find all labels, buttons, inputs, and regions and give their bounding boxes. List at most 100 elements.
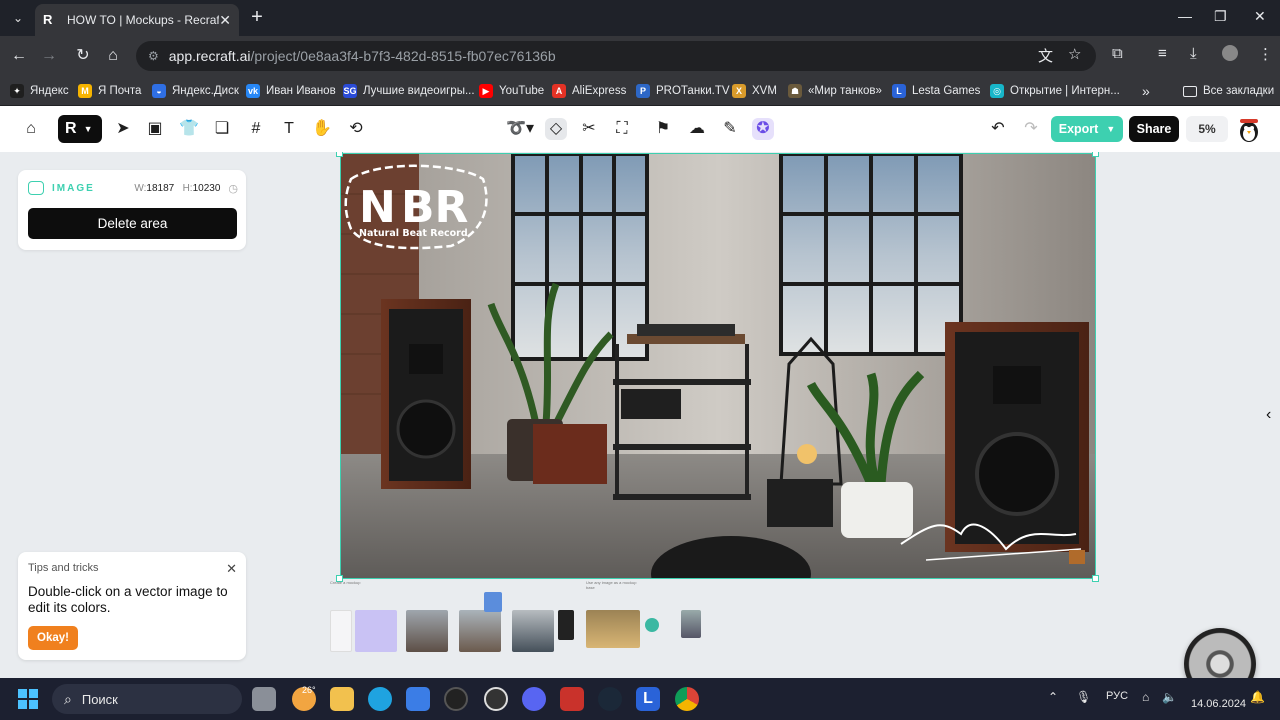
profile-avatar-icon[interactable] bbox=[1222, 45, 1238, 61]
network-icon[interactable]: ⌂ bbox=[1142, 690, 1149, 704]
history-clock-icon[interactable]: ◷ bbox=[228, 182, 238, 195]
taskbar-search[interactable]: ⌕ Поиск bbox=[52, 684, 242, 714]
mockup-shirt-icon[interactable]: 👕 bbox=[178, 118, 200, 140]
thumbnail[interactable] bbox=[558, 610, 574, 640]
store-icon[interactable] bbox=[406, 687, 430, 711]
thumbnail[interactable] bbox=[355, 610, 397, 652]
hand-pan-icon[interactable]: ✋ bbox=[311, 118, 333, 140]
microphone-icon[interactable]: 🎙 bbox=[1076, 690, 1091, 704]
language-indicator[interactable]: РУС bbox=[1106, 690, 1128, 702]
thumbnail[interactable] bbox=[330, 610, 352, 652]
downloads-icon[interactable]: ⤓ bbox=[1190, 45, 1197, 62]
bookmark-item[interactable]: ▶ YouTube bbox=[479, 82, 544, 100]
close-icon[interactable]: ✕ bbox=[226, 561, 237, 577]
recraft-menu-button[interactable]: R ▼ bbox=[58, 115, 102, 143]
tab-close-icon[interactable]: ✕ bbox=[219, 12, 231, 29]
browser-menu-icon[interactable]: ⋮ bbox=[1258, 45, 1273, 63]
reload-icon[interactable]: ↻ bbox=[72, 45, 94, 67]
remove-background-icon[interactable]: ☁ bbox=[686, 118, 708, 140]
file-explorer-icon[interactable] bbox=[330, 687, 354, 711]
thumbnail[interactable] bbox=[586, 610, 640, 648]
app-icon[interactable] bbox=[484, 687, 508, 711]
zoom-level[interactable]: 5% bbox=[1186, 116, 1228, 142]
eraser-icon[interactable]: ◇ bbox=[545, 118, 567, 140]
resize-handle[interactable] bbox=[336, 152, 343, 157]
steam-icon[interactable] bbox=[598, 687, 622, 711]
tray-overflow-icon[interactable]: ⌃ bbox=[1048, 690, 1058, 704]
height-value[interactable]: 10230 bbox=[193, 183, 221, 194]
windows-start-icon[interactable] bbox=[18, 689, 38, 709]
image-edit-icon[interactable]: ⟲ bbox=[345, 118, 367, 140]
scissors-icon[interactable]: ✂ bbox=[578, 118, 600, 140]
task-view-icon[interactable] bbox=[252, 687, 276, 711]
floating-wheel-widget[interactable] bbox=[1184, 628, 1256, 678]
lesta-icon[interactable]: L bbox=[636, 687, 660, 711]
bookmark-item[interactable]: ☗ «Мир танков» bbox=[788, 82, 882, 100]
edge-icon[interactable] bbox=[368, 687, 392, 711]
notification-bell-icon[interactable]: 🔔 bbox=[1250, 690, 1265, 704]
thumbnail[interactable] bbox=[681, 610, 701, 638]
app-icon[interactable] bbox=[444, 687, 468, 711]
bookmark-item[interactable]: ◎ Открытие | Интерн... bbox=[990, 82, 1120, 100]
export-button[interactable]: Export ▼ bbox=[1051, 116, 1123, 142]
mockup-active-icon[interactable]: ✪ bbox=[752, 118, 774, 140]
new-tab-button[interactable]: + bbox=[246, 6, 268, 28]
variations-icon[interactable]: ✎ bbox=[719, 118, 741, 140]
frame-icon[interactable]: # bbox=[245, 118, 267, 140]
chevron-left-icon[interactable]: ‹ bbox=[1266, 406, 1271, 424]
discord-icon[interactable] bbox=[522, 687, 546, 711]
redo-icon[interactable]: ↷ bbox=[1020, 118, 1042, 140]
text-icon[interactable]: T bbox=[278, 118, 300, 140]
bookmark-item[interactable]: ◒ Яндекс.Диск bbox=[152, 82, 239, 100]
window-close-icon[interactable]: ✕ bbox=[1254, 8, 1266, 25]
thumbnail[interactable] bbox=[645, 618, 659, 632]
selected-image[interactable]: N BR Natural Beat Record bbox=[340, 153, 1096, 579]
bookmark-star-icon[interactable]: ☆ bbox=[1068, 45, 1081, 63]
bookmarks-overflow-icon[interactable]: » bbox=[1142, 82, 1150, 100]
date-label[interactable]: 14.06.2024 bbox=[1191, 698, 1246, 710]
all-bookmarks-folder[interactable]: Все закладки bbox=[1183, 82, 1274, 100]
home-icon[interactable]: ⌂ bbox=[20, 118, 42, 140]
bookmark-item[interactable]: SG Лучшие видеоигры... bbox=[343, 82, 475, 100]
app-icon[interactable] bbox=[560, 687, 584, 711]
thumbnail[interactable] bbox=[459, 610, 501, 652]
forward-arrow-icon[interactable]: → bbox=[38, 45, 60, 67]
canvas[interactable]: IMAGE W:18187 H:10230 ◷ Delete area Tips… bbox=[0, 152, 1280, 678]
vectorize-icon[interactable]: ⛶ bbox=[611, 118, 633, 140]
chrome-icon[interactable] bbox=[675, 687, 699, 711]
user-avatar[interactable] bbox=[1236, 117, 1262, 143]
layers-icon[interactable]: ❏ bbox=[211, 118, 233, 140]
share-button[interactable]: Share bbox=[1129, 116, 1179, 142]
address-bar[interactable]: ⚙ app.recraft.ai/project/0e8aa3f4-b7f3-4… bbox=[136, 41, 1096, 71]
bookmark-item[interactable]: P PROТанки.TV bbox=[636, 82, 730, 100]
delete-area-button[interactable]: Delete area bbox=[28, 208, 237, 239]
bookmark-item[interactable]: ✦ Яндекс bbox=[10, 82, 69, 100]
home-icon[interactable]: ⌂ bbox=[102, 45, 124, 67]
bookmark-item[interactable]: vk Иван Иванов bbox=[246, 82, 336, 100]
minimize-icon[interactable]: — bbox=[1178, 8, 1192, 24]
okay-button[interactable]: Okay! bbox=[28, 626, 78, 650]
bookmark-item[interactable]: X XVM bbox=[732, 82, 777, 100]
image-generate-icon[interactable]: ▣ bbox=[144, 118, 166, 140]
lasso-icon[interactable]: ➰▾ bbox=[505, 118, 535, 140]
creative-upscale-icon[interactable]: ⚑ bbox=[652, 118, 674, 140]
thumbnail[interactable] bbox=[512, 610, 554, 652]
bookmark-item[interactable]: L Lesta Games bbox=[892, 82, 980, 100]
extensions-icon[interactable]: ⧉ bbox=[1112, 45, 1123, 62]
site-settings-icon[interactable]: ⚙ bbox=[148, 49, 159, 63]
thumbnail[interactable] bbox=[484, 592, 502, 612]
resize-handle[interactable] bbox=[1092, 575, 1099, 582]
resize-handle[interactable] bbox=[1092, 152, 1099, 157]
undo-icon[interactable]: ↶ bbox=[987, 118, 1009, 140]
browser-tab[interactable]: R HOW TO | Mockups - Recraft ✕ bbox=[35, 4, 239, 36]
volume-icon[interactable]: 🔈 bbox=[1162, 690, 1177, 704]
thumbnail[interactable] bbox=[406, 610, 448, 652]
select-arrow-icon[interactable]: ➤ bbox=[112, 118, 134, 140]
restore-icon[interactable]: ❐ bbox=[1214, 8, 1227, 25]
width-value[interactable]: 18187 bbox=[146, 183, 174, 194]
back-arrow-icon[interactable]: ← bbox=[8, 45, 30, 67]
bookmark-item[interactable]: A AliExpress bbox=[552, 82, 626, 100]
bookmark-item[interactable]: MЯ Почта bbox=[78, 82, 141, 100]
tab-search-chevron-icon[interactable]: ⌄ bbox=[6, 6, 30, 30]
media-control-icon[interactable]: ≡ bbox=[1158, 45, 1167, 62]
